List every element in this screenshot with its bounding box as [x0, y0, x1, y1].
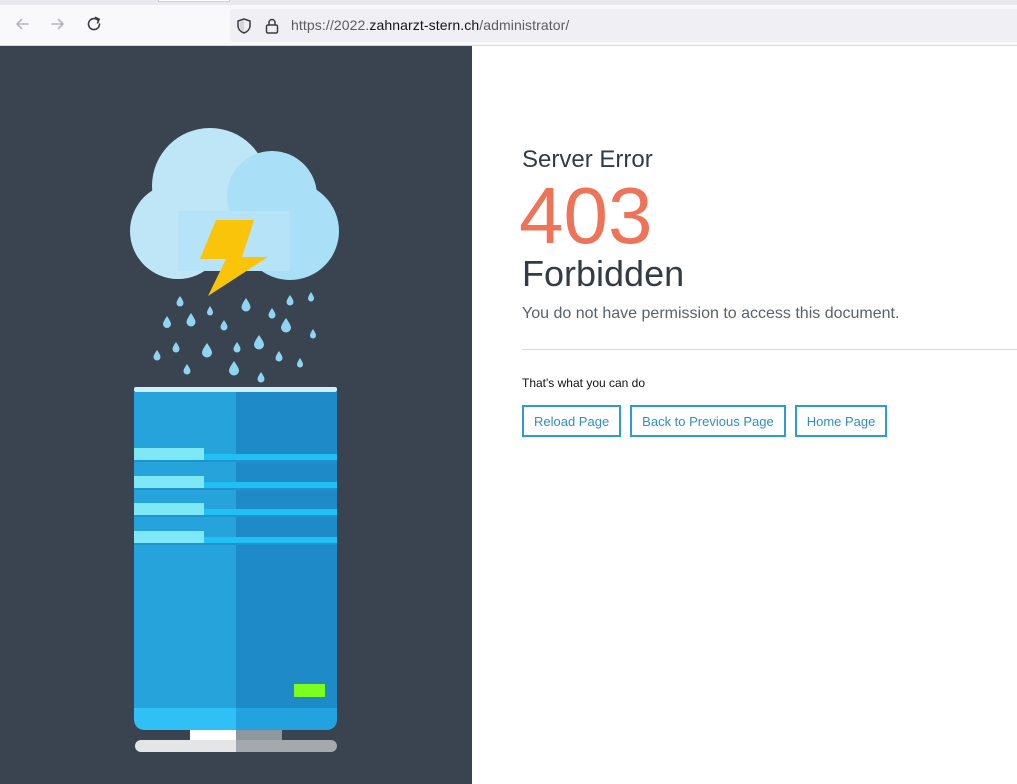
forward-button[interactable]: [47, 13, 69, 35]
server-storm-illustration: [130, 128, 339, 752]
url-text[interactable]: https://2022.zahnarzt-stern.ch/administr…: [291, 17, 569, 33]
address-bar[interactable]: https://2022.zahnarzt-stern.ch/administr…: [230, 9, 1017, 42]
tab-strip: [0, 0, 1017, 5]
url-prefix: https://2022.: [291, 17, 370, 33]
active-tab[interactable]: [158, 0, 230, 2]
action-buttons: Reload Page Back to Previous Page Home P…: [522, 405, 888, 437]
back-to-previous-page-button[interactable]: Back to Previous Page: [630, 405, 786, 437]
error-content: Server Error 403 Forbidden You do not ha…: [519, 46, 1017, 784]
browser-toolbar: https://2022.zahnarzt-stern.ch/administr…: [0, 0, 1017, 46]
raindrops-icon: [153, 292, 316, 383]
status-led-icon: [294, 684, 325, 697]
divider: [522, 349, 1017, 350]
reload-page-button[interactable]: Reload Page: [522, 405, 622, 437]
forward-arrow-icon: [51, 18, 64, 30]
reload-icon: [87, 16, 101, 31]
server-tower-icon: [134, 387, 337, 752]
home-page-button[interactable]: Home Page: [794, 405, 888, 437]
error-title: Forbidden: [522, 253, 685, 294]
reload-button[interactable]: [83, 13, 105, 35]
back-button[interactable]: [11, 13, 33, 35]
lock-icon[interactable]: [263, 17, 281, 35]
url-path: /administrator/: [479, 17, 570, 33]
back-arrow-icon: [16, 18, 29, 30]
url-host: zahnarzt-stern.ch: [369, 17, 480, 33]
illustration-panel: [0, 46, 472, 784]
error-message: You do not have permission to access thi…: [522, 305, 900, 322]
error-code: 403: [519, 171, 653, 260]
shield-icon[interactable]: [235, 17, 253, 35]
options-label: That's what you can do: [522, 376, 646, 390]
